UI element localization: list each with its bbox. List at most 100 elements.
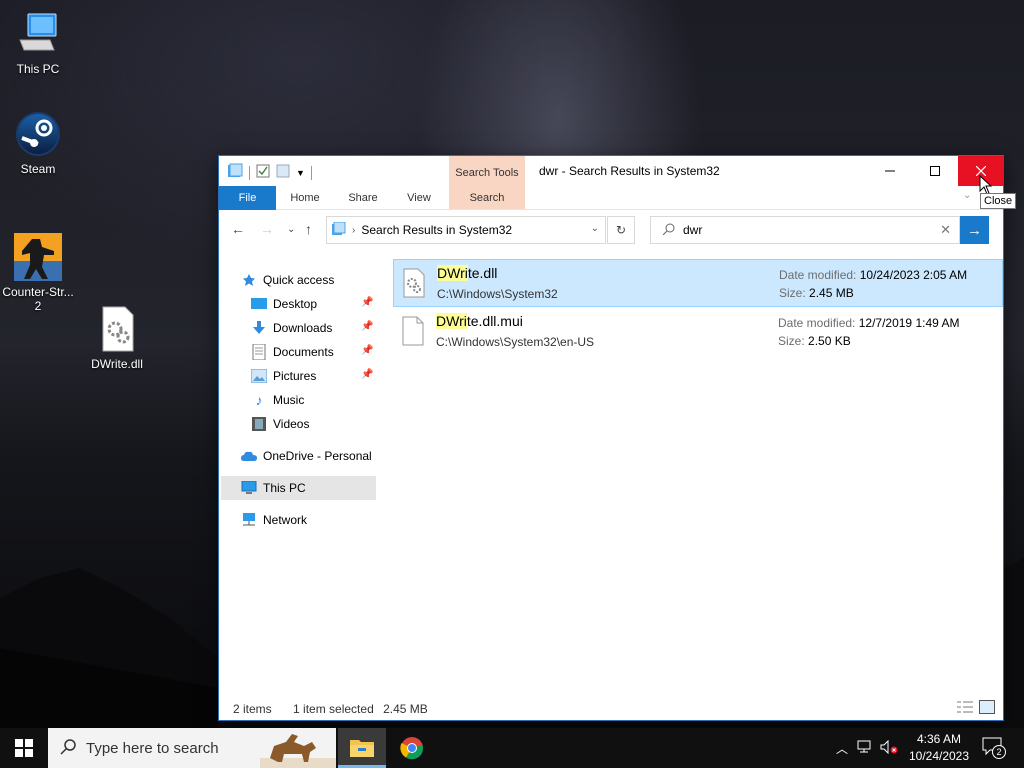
tab-share[interactable]: Share — [337, 186, 389, 210]
pictures-icon — [251, 368, 267, 384]
quick-access-toolbar: ▼ — [227, 163, 312, 182]
clock[interactable]: 4:36 AM 10/24/2023 — [906, 731, 972, 765]
file-size: Size: 2.45 MB — [779, 286, 854, 300]
file-icon — [401, 316, 425, 346]
file-path: C:\Windows\System32\en-US — [436, 335, 595, 349]
sidebar-item-label: Videos — [273, 417, 310, 431]
sidebar-item-pictures[interactable]: Pictures 📌 — [251, 364, 377, 388]
this-pc-icon — [241, 480, 257, 496]
tab-home[interactable]: Home — [279, 186, 331, 210]
close-tooltip: Close — [980, 193, 1017, 209]
desktop-icon-dwrite-dll[interactable]: DWrite.dll — [79, 305, 155, 371]
address-bar[interactable]: › Search Results in System32 ⌄ — [326, 216, 606, 244]
start-button[interactable] — [0, 728, 48, 768]
taskbar: Type here to search ︿ 4:36 AM 10/24/2023… — [0, 728, 1024, 768]
dll-file-icon — [402, 268, 426, 298]
customize-toolbar-chevron-icon[interactable]: ▼ — [296, 168, 305, 178]
sidebar-item-label: Desktop — [273, 297, 318, 311]
taskbar-chrome[interactable] — [388, 728, 436, 768]
sidebar-item-label: Music — [273, 393, 305, 407]
desktop-icon-steam[interactable]: Steam — [0, 110, 76, 176]
up-arrow-icon[interactable]: ↑ — [305, 221, 312, 237]
address-dropdown-chevron-icon[interactable]: ⌄ — [591, 223, 599, 234]
list-item[interactable]: DWrite.dll C:\Windows\System32 Date modi… — [393, 259, 1003, 307]
maximize-button[interactable] — [912, 156, 958, 186]
refresh-button[interactable]: ↻ — [607, 216, 635, 244]
search-input[interactable]: dwr ✕ — [650, 216, 960, 244]
clear-search-icon[interactable]: ✕ — [940, 222, 951, 238]
clock-time: 4:36 AM — [916, 732, 962, 746]
tab-search[interactable]: Search — [449, 186, 525, 210]
action-center-button[interactable]: 2 — [982, 737, 1006, 762]
back-arrow-icon[interactable]: ← — [231, 221, 245, 237]
large-icons-view-icon[interactable] — [979, 700, 995, 717]
volume-muted-icon[interactable] — [880, 739, 898, 757]
view-toggle — [957, 700, 995, 717]
pin-icon[interactable]: 📌 — [361, 369, 373, 380]
refresh-icon: ↻ — [615, 223, 627, 237]
onedrive-icon — [241, 448, 257, 464]
downloads-icon — [251, 320, 267, 336]
minimize-button[interactable] — [867, 156, 913, 186]
file-explorer-icon — [350, 739, 374, 757]
sidebar-item-network[interactable]: Network — [241, 508, 307, 532]
new-folder-icon[interactable] — [276, 164, 290, 181]
pin-icon[interactable]: 📌 — [361, 297, 373, 308]
sidebar-item-documents[interactable]: Documents 📌 — [251, 340, 377, 364]
dll-file-icon — [93, 305, 141, 353]
sidebar-item-videos[interactable]: Videos — [251, 412, 309, 436]
expand-ribbon-chevron-icon[interactable]: ⌄ — [963, 190, 971, 201]
folder-icon — [227, 163, 243, 182]
selection-count: 1 item selected — [293, 702, 374, 716]
network-status-icon[interactable] — [856, 740, 872, 757]
separator — [249, 165, 250, 180]
search-go-button[interactable]: → — [960, 216, 989, 244]
file-name[interactable]: DWrite.dll.mui — [436, 313, 523, 329]
tab-file[interactable]: File — [219, 186, 276, 210]
pin-icon[interactable]: 📌 — [361, 345, 373, 356]
search-icon — [662, 223, 675, 238]
this-pc-icon — [14, 10, 62, 58]
address-row: ← → ⌄ ↑ › Search Results in System32 ⌄ ↻… — [219, 211, 1003, 249]
window-title: dwr - Search Results in System32 — [539, 164, 720, 178]
search-icon — [60, 738, 76, 758]
desktop-icon-counter-strike[interactable]: Counter-Str... 2 — [0, 205, 76, 327]
title-bar[interactable]: ▼ Search Tools dwr - Search Results in S… — [219, 156, 1004, 210]
desktop-icon-label: This PC — [16, 62, 60, 76]
sidebar-item-label: Quick access — [263, 273, 335, 287]
desktop-icon-this-pc[interactable]: This PC — [0, 10, 76, 76]
properties-icon[interactable] — [256, 164, 270, 181]
search-highlight-horse-icon — [260, 728, 336, 768]
sidebar-item-quick-access[interactable]: Quick access — [241, 268, 334, 292]
file-size: Size: 2.50 KB — [778, 334, 851, 348]
taskbar-search-box[interactable]: Type here to search — [48, 728, 336, 768]
sidebar-item-music[interactable]: ♪ Music — [251, 388, 305, 412]
file-name[interactable]: DWrite.dll — [437, 265, 497, 281]
sidebar-item-label: Network — [263, 513, 308, 527]
minimize-icon — [885, 170, 895, 172]
sidebar-item-downloads[interactable]: Downloads 📌 — [251, 316, 377, 340]
mouse-pointer-icon — [979, 175, 993, 195]
sidebar-item-onedrive[interactable]: OneDrive - Personal — [241, 444, 372, 468]
taskbar-file-explorer[interactable] — [338, 728, 386, 768]
address-text: Search Results in System32 — [361, 223, 513, 237]
chrome-icon — [400, 737, 424, 760]
windows-logo-icon — [15, 739, 33, 757]
ribbon-tabs: File Home Share View Search ⌄ — [219, 186, 1003, 210]
search-placeholder: Type here to search — [86, 739, 219, 757]
videos-icon — [251, 416, 267, 432]
pin-icon[interactable]: 📌 — [361, 321, 373, 332]
network-icon — [241, 512, 257, 528]
file-explorer-window[interactable]: ▼ Search Tools dwr - Search Results in S… — [218, 155, 1004, 721]
breadcrumb-chevron-icon[interactable]: › — [352, 225, 355, 236]
sidebar-item-this-pc[interactable]: This PC — [221, 476, 376, 500]
tab-view[interactable]: View — [393, 186, 445, 210]
details-view-icon[interactable] — [957, 700, 973, 717]
list-item[interactable]: DWrite.dll.mui C:\Windows\System32\en-US… — [393, 308, 1003, 356]
status-bar: 2 items 1 item selected 2.45 MB — [233, 702, 446, 716]
recent-locations-chevron-icon[interactable]: ⌄ — [287, 224, 295, 235]
forward-arrow-icon[interactable]: → — [260, 221, 274, 237]
sidebar-item-desktop[interactable]: Desktop 📌 — [251, 292, 377, 316]
show-hidden-icons-chevron-icon[interactable]: ︿ — [836, 740, 848, 757]
system-tray: ︿ — [836, 728, 898, 768]
